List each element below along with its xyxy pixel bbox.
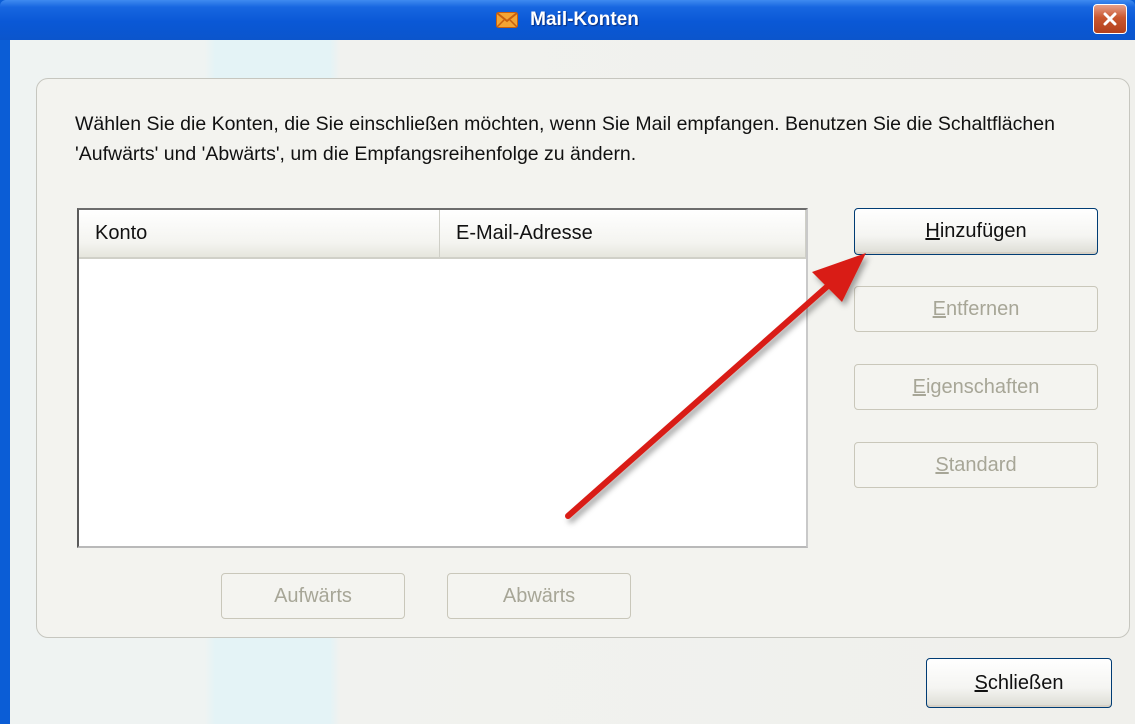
properties-button-label: igenschaften	[925, 375, 1040, 398]
properties-button[interactable]: Eigenschaften	[854, 364, 1098, 410]
envelope-icon	[496, 12, 519, 28]
properties-button-mnemonic: E	[912, 375, 926, 398]
remove-button-label: ntfernen	[945, 297, 1020, 320]
column-header-account[interactable]: Konto	[79, 210, 440, 257]
add-button[interactable]: Hinzufügen	[854, 208, 1098, 255]
move-down-button[interactable]: Abwärts	[447, 573, 631, 619]
close-dialog-button[interactable]: Schließen	[926, 658, 1112, 708]
close-dialog-label: chließen	[987, 671, 1064, 694]
accounts-list[interactable]: Konto E-Mail-Adresse	[77, 208, 808, 548]
mail-accounts-window: Mail-Konten Wählen Sie die Konten, die S…	[0, 0, 1135, 724]
close-icon	[1103, 12, 1117, 26]
add-button-mnemonic: H	[925, 220, 940, 242]
dialog-client-area: Wählen Sie die Konten, die Sie einschlie…	[10, 40, 1135, 724]
remove-button[interactable]: Entfernen	[854, 286, 1098, 332]
list-header: Konto E-Mail-Adresse	[79, 210, 806, 259]
title-bar[interactable]: Mail-Konten	[0, 0, 1135, 40]
add-button-label: inzufügen	[939, 220, 1027, 242]
column-header-email[interactable]: E-Mail-Adresse	[440, 210, 806, 257]
close-dialog-mnemonic: S	[974, 671, 988, 694]
default-button-label: tandard	[948, 453, 1017, 476]
remove-button-mnemonic: E	[932, 297, 946, 320]
close-button[interactable]	[1093, 4, 1127, 34]
list-body[interactable]	[79, 259, 806, 546]
instruction-text: Wählen Sie die Konten, die Sie einschlie…	[75, 113, 1055, 165]
default-button-mnemonic: S	[935, 453, 949, 476]
accounts-group-box: Wählen Sie die Konten, die Sie einschlie…	[36, 78, 1130, 638]
default-button[interactable]: Standard	[854, 442, 1098, 488]
move-up-button[interactable]: Aufwärts	[221, 573, 405, 619]
window-title: Mail-Konten	[530, 9, 639, 30]
